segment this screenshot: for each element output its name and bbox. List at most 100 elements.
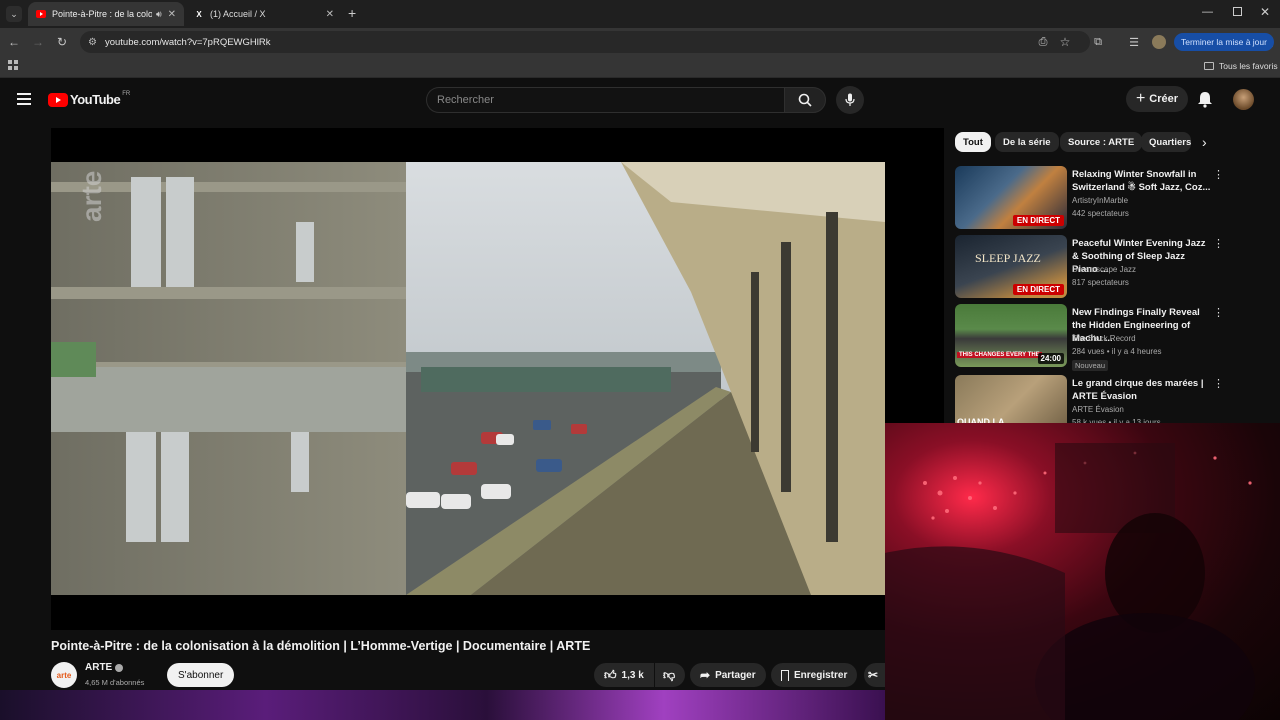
- thumbs-up-icon: 👍︎: [604, 667, 617, 682]
- site-info-icon[interactable]: ⚙: [88, 37, 97, 48]
- create-button[interactable]: + Créer: [1126, 86, 1188, 112]
- bookmark-icon: [781, 669, 789, 681]
- video-thumbnail[interactable]: EN DIRECT: [955, 166, 1067, 229]
- recommendation-item[interactable]: EN DIRECT Relaxing Winter Snowfall in Sw…: [955, 166, 1230, 230]
- chip-quartiers[interactable]: Quartiers: [1141, 132, 1191, 152]
- channel-name-link[interactable]: ARTE: [85, 662, 124, 673]
- webcam-overlay: [885, 423, 1280, 720]
- tab-search-icon[interactable]: ⌄: [6, 6, 22, 22]
- reload-icon[interactable]: ↻: [54, 34, 70, 50]
- search-placeholder: Rechercher: [437, 94, 494, 106]
- share-button[interactable]: ➦ Partager: [690, 663, 766, 687]
- reading-list-icon[interactable]: ☰: [1126, 34, 1142, 50]
- tab-title: Pointe-à-Pitre : de la colonisation: [52, 9, 152, 19]
- arte-watermark: arte: [76, 171, 107, 222]
- channel-name[interactable]: Dreamscape Jazz: [1072, 265, 1136, 274]
- video-title[interactable]: Relaxing Winter Snowfall in Switzerland …: [1072, 168, 1212, 194]
- youtube-logo[interactable]: YouTube FR: [48, 91, 130, 107]
- like-button[interactable]: 👍︎ 1,3 k: [594, 663, 654, 687]
- video-thumbnail[interactable]: THIS CHANGES EVERY THE 24:00: [955, 304, 1067, 367]
- bookmark-star-icon[interactable]: ☆: [1057, 34, 1073, 50]
- channel-name[interactable]: The Black Record: [1072, 334, 1136, 343]
- microphone-icon: [845, 93, 855, 106]
- all-bookmarks-button[interactable]: Tous les favoris: [1204, 61, 1278, 71]
- video-meta: 284 vues • il y a 4 heures: [1072, 347, 1162, 356]
- duration-badge: 24:00: [1037, 353, 1064, 364]
- restore-icon[interactable]: [1233, 7, 1242, 16]
- recommendation-item[interactable]: SLEEP JAZZ EN DIRECT Peaceful Winter Eve…: [955, 235, 1230, 299]
- subscribe-button[interactable]: S'abonner: [167, 663, 235, 687]
- close-window-icon[interactable]: ✕: [1260, 5, 1270, 19]
- chip-source-arte[interactable]: Source : ARTE: [1060, 132, 1143, 152]
- webcam-image: [885, 443, 1255, 720]
- create-label: Créer: [1149, 93, 1179, 105]
- new-badge: Nouveau: [1072, 360, 1109, 371]
- thumbnail-caption: THIS CHANGES EVERY THE: [957, 352, 1042, 358]
- hamburger-menu-icon[interactable]: [17, 93, 31, 105]
- extensions-icon[interactable]: ⧉: [1090, 34, 1106, 50]
- install-app-icon[interactable]: ⎙: [1035, 34, 1051, 50]
- video-frame[interactable]: arte: [51, 162, 885, 595]
- close-tab-icon[interactable]: ✕: [168, 9, 176, 20]
- tab-title: (1) Accueil / X: [210, 9, 266, 19]
- browser-toolbar: ← → ↻ ⚙ youtube.com/watch?v=7pRQEWGHlRk …: [0, 28, 1280, 56]
- video-meta: 442 spectateurs: [1072, 209, 1129, 218]
- more-options-icon[interactable]: ⋮: [1213, 306, 1224, 319]
- youtube-header: YouTube FR Rechercher + Créer: [0, 78, 1280, 122]
- save-label: Enregistrer: [794, 669, 848, 681]
- video-scene-image: arte: [51, 162, 885, 595]
- search-button[interactable]: [784, 87, 826, 113]
- account-avatar[interactable]: [1233, 89, 1254, 110]
- tab-youtube[interactable]: Pointe-à-Pitre : de la colonisation 🔊︎ ✕: [28, 2, 184, 26]
- minimize-icon[interactable]: —: [1202, 6, 1213, 18]
- thumbnail-caption: SLEEP JAZZ: [975, 251, 1041, 265]
- save-button[interactable]: Enregistrer: [771, 663, 858, 687]
- folder-icon: [1204, 62, 1214, 70]
- close-tab-icon[interactable]: ✕: [326, 9, 334, 20]
- apps-grid-icon[interactable]: [8, 60, 18, 70]
- more-options-icon[interactable]: ⋮: [1213, 237, 1224, 250]
- chips-next-arrow-icon[interactable]: ›: [1202, 134, 1207, 150]
- update-button[interactable]: Terminer la mise à jour: [1174, 33, 1274, 51]
- x-favicon-icon: X: [196, 9, 202, 19]
- video-meta: 817 spectateurs: [1072, 278, 1129, 287]
- back-icon[interactable]: ←: [6, 34, 22, 50]
- video-title[interactable]: Le grand cirque des marées | ARTE Évasio…: [1072, 377, 1212, 403]
- scissors-icon: ✂: [868, 668, 879, 682]
- search-icon: [798, 93, 812, 107]
- dislike-button[interactable]: 👎︎: [655, 663, 685, 687]
- forward-icon[interactable]: →: [30, 34, 46, 50]
- address-bar[interactable]: ⚙ youtube.com/watch?v=7pRQEWGHlRk: [80, 31, 1090, 53]
- recommendation-item[interactable]: THIS CHANGES EVERY THE 24:00 New Finding…: [955, 304, 1230, 371]
- chip-series[interactable]: De la série: [995, 132, 1059, 152]
- channel-name[interactable]: ARTE Évasion: [1072, 405, 1124, 414]
- verified-icon: [115, 663, 124, 672]
- browser-tab-bar: ⌄ Pointe-à-Pitre : de la colonisation 🔊︎…: [0, 0, 1280, 28]
- video-thumbnail[interactable]: SLEEP JAZZ EN DIRECT: [955, 235, 1067, 298]
- video-title-heading: Pointe-à-Pitre : de la colonisation à la…: [51, 639, 591, 653]
- plus-icon: +: [1135, 90, 1146, 107]
- thumbs-down-icon: 👎︎: [663, 667, 676, 682]
- description-preview-strip: [0, 690, 885, 720]
- notifications-bell-icon[interactable]: [1197, 91, 1213, 113]
- chip-all[interactable]: Tout: [955, 132, 991, 152]
- share-label: Partager: [715, 669, 756, 681]
- channel-avatar[interactable]: arte: [51, 662, 77, 688]
- profile-avatar[interactable]: [1152, 35, 1166, 49]
- subscriber-count: 4,65 M d'abonnés: [85, 678, 145, 687]
- live-badge: EN DIRECT: [1012, 215, 1064, 226]
- youtube-play-icon: [48, 92, 68, 107]
- audio-icon[interactable]: 🔊︎: [156, 9, 162, 20]
- voice-search-button[interactable]: [836, 86, 864, 114]
- more-options-icon[interactable]: ⋮: [1213, 168, 1224, 181]
- search-input[interactable]: Rechercher: [426, 87, 784, 113]
- tab-x[interactable]: X (1) Accueil / X ✕: [186, 2, 342, 26]
- like-count: 1,3 k: [621, 669, 644, 681]
- channel-name[interactable]: ArtistryInMarble: [1072, 196, 1128, 205]
- new-tab-button[interactable]: +: [348, 5, 356, 21]
- clip-button[interactable]: ✂: [864, 663, 885, 687]
- more-options-icon[interactable]: ⋮: [1213, 377, 1224, 390]
- arte-logo-text: arte: [56, 670, 72, 680]
- all-bookmarks-label: Tous les favoris: [1219, 61, 1278, 71]
- video-player[interactable]: arte: [51, 128, 944, 630]
